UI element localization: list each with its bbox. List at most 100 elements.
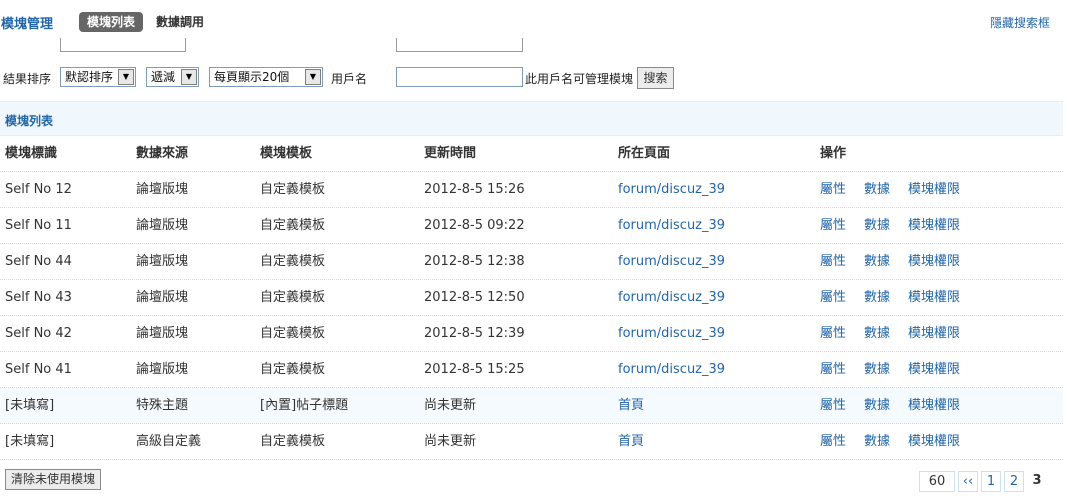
properties-link[interactable]: 屬性 bbox=[820, 218, 846, 233]
partial-input-1[interactable] bbox=[60, 38, 186, 52]
tab-data-call[interactable]: 數據調用 bbox=[156, 12, 204, 32]
sort-order-value: 遞減 bbox=[151, 70, 176, 84]
page-link[interactable]: forum/discuz_39 bbox=[618, 172, 725, 208]
cell-template: 自定義模板 bbox=[260, 362, 326, 377]
pager-page-1[interactable]: 1 bbox=[981, 471, 1001, 492]
data-link[interactable]: 數據 bbox=[864, 254, 890, 269]
header-update-time: 更新時間 bbox=[424, 146, 477, 161]
page-link[interactable]: forum/discuz_39 bbox=[618, 316, 725, 352]
cell-updated: 2012-8-5 15:26 bbox=[424, 182, 525, 197]
search-button[interactable]: 搜索 bbox=[637, 67, 674, 89]
permissions-link[interactable]: 模塊權限 bbox=[908, 434, 960, 449]
clear-unused-button[interactable]: 清除未使用模塊 bbox=[5, 469, 102, 490]
header-data-source: 數據來源 bbox=[136, 146, 189, 161]
page-link[interactable]: forum/discuz_39 bbox=[618, 352, 725, 388]
cell-template: 自定義模板 bbox=[260, 326, 326, 341]
cell-module-id: Self No 12 bbox=[5, 182, 72, 197]
page-link[interactable]: forum/discuz_39 bbox=[618, 280, 725, 316]
permissions-link[interactable]: 模塊權限 bbox=[908, 398, 960, 413]
header-page: 所在頁面 bbox=[618, 146, 671, 161]
header-module-id: 模塊標識 bbox=[5, 146, 58, 161]
page-link[interactable]: 首頁 bbox=[618, 388, 644, 424]
pager-prev[interactable]: ‹‹ bbox=[958, 471, 978, 492]
permissions-link[interactable]: 模塊權限 bbox=[908, 254, 960, 269]
section-title: 模塊列表 bbox=[5, 114, 54, 128]
cell-data-source: 論壇版塊 bbox=[136, 326, 189, 341]
row-actions: 屬性 數據 模塊權限 bbox=[820, 172, 978, 208]
pager-total: 60 bbox=[919, 471, 955, 492]
partial-input-2[interactable] bbox=[396, 38, 523, 52]
data-link[interactable]: 數據 bbox=[864, 434, 890, 449]
permissions-link[interactable]: 模塊權限 bbox=[908, 326, 960, 341]
cell-module-id: Self No 42 bbox=[5, 326, 72, 341]
cell-data-source: 論壇版塊 bbox=[136, 182, 189, 197]
app-title: 模塊管理 bbox=[1, 17, 54, 32]
row-actions: 屬性 數據 模塊權限 bbox=[820, 280, 978, 316]
properties-link[interactable]: 屬性 bbox=[820, 182, 846, 197]
properties-link[interactable]: 屬性 bbox=[820, 254, 846, 269]
page-link[interactable]: forum/discuz_39 bbox=[618, 208, 725, 244]
sort-order-select[interactable]: 遞減 ▼ bbox=[146, 67, 199, 87]
table-row: [未填寫] 特殊主題 [內置]帖子標題 尚未更新 首頁 屬性 數據 模塊權限 bbox=[0, 388, 1063, 424]
data-link[interactable]: 數據 bbox=[864, 398, 890, 413]
table-row: Self No 43 論壇版塊 自定義模板 2012-8-5 12:50 for… bbox=[0, 280, 1063, 316]
properties-link[interactable]: 屬性 bbox=[820, 434, 846, 449]
data-link[interactable]: 數據 bbox=[864, 218, 890, 233]
tab-module-list[interactable]: 模塊列表 bbox=[79, 12, 144, 32]
cell-data-source: 高級自定義 bbox=[136, 434, 202, 449]
table-row: Self No 44 論壇版塊 自定義模板 2012-8-5 12:38 for… bbox=[0, 244, 1063, 280]
row-actions: 屬性 數據 模塊權限 bbox=[820, 424, 978, 460]
row-actions: 屬性 數據 模塊權限 bbox=[820, 352, 978, 388]
cell-module-id: [未填寫] bbox=[5, 434, 55, 449]
permissions-link[interactable]: 模塊權限 bbox=[908, 362, 960, 377]
filter-row-partial bbox=[0, 38, 1067, 56]
cell-template: 自定義模板 bbox=[260, 434, 326, 449]
table-row: [未填寫] 高級自定義 自定義模板 尚未更新 首頁 屬性 數據 模塊權限 bbox=[0, 424, 1063, 460]
page-link[interactable]: 首頁 bbox=[618, 424, 644, 460]
properties-link[interactable]: 屬性 bbox=[820, 290, 846, 305]
cell-updated: 2012-8-5 09:22 bbox=[424, 218, 525, 233]
cell-template: [內置]帖子標題 bbox=[260, 398, 349, 413]
data-link[interactable]: 數據 bbox=[864, 290, 890, 305]
pager-page-2[interactable]: 2 bbox=[1004, 471, 1024, 492]
module-table: 模塊標識 數據來源 模塊模板 更新時間 所在頁面 操作 Self No 12 論… bbox=[0, 136, 1063, 460]
data-link[interactable]: 數據 bbox=[864, 326, 890, 341]
chevron-down-icon: ▼ bbox=[181, 69, 197, 85]
sort-label: 結果排序 bbox=[3, 72, 52, 86]
per-page-value: 每頁顯示20個 bbox=[214, 70, 290, 84]
cell-data-source: 特殊主題 bbox=[136, 398, 189, 413]
cell-module-id: [未填寫] bbox=[5, 398, 55, 413]
properties-link[interactable]: 屬性 bbox=[820, 326, 846, 341]
permissions-link[interactable]: 模塊權限 bbox=[908, 290, 960, 305]
sort-field-value: 默認排序 bbox=[65, 70, 114, 84]
header-actions: 操作 bbox=[820, 146, 847, 161]
table-row: Self No 12 論壇版塊 自定義模板 2012-8-5 15:26 for… bbox=[0, 172, 1063, 208]
row-actions: 屬性 數據 模塊權限 bbox=[820, 388, 978, 424]
table-header-row: 模塊標識 數據來源 模塊模板 更新時間 所在頁面 操作 bbox=[0, 136, 1063, 172]
cell-data-source: 論壇版塊 bbox=[136, 290, 189, 305]
permissions-link[interactable]: 模塊權限 bbox=[908, 182, 960, 197]
row-actions: 屬性 數據 模塊權限 bbox=[820, 208, 978, 244]
cell-updated: 2012-8-5 12:39 bbox=[424, 326, 525, 341]
table-row: Self No 41 論壇版塊 自定義模板 2012-8-5 15:25 for… bbox=[0, 352, 1063, 388]
cell-template: 自定義模板 bbox=[260, 182, 326, 197]
header: 模塊管理 模塊列表 數據調用 隱藏搜索框 bbox=[0, 0, 1067, 38]
cell-updated: 2012-8-5 15:25 bbox=[424, 362, 525, 377]
hide-search-link[interactable]: 隱藏搜索框 bbox=[990, 14, 1050, 31]
cell-data-source: 論壇版塊 bbox=[136, 218, 189, 233]
header-module-template: 模塊模板 bbox=[260, 146, 313, 161]
chevron-down-icon: ▼ bbox=[118, 69, 134, 85]
data-link[interactable]: 數據 bbox=[864, 182, 890, 197]
per-page-select[interactable]: 每頁顯示20個 ▼ bbox=[209, 67, 323, 87]
page-link[interactable]: forum/discuz_39 bbox=[618, 244, 725, 280]
properties-link[interactable]: 屬性 bbox=[820, 362, 846, 377]
permissions-link[interactable]: 模塊權限 bbox=[908, 218, 960, 233]
table-row: Self No 11 論壇版塊 自定義模板 2012-8-5 09:22 for… bbox=[0, 208, 1063, 244]
cell-data-source: 論壇版塊 bbox=[136, 362, 189, 377]
chevron-down-icon: ▼ bbox=[305, 69, 321, 85]
cell-updated: 尚未更新 bbox=[424, 434, 477, 449]
properties-link[interactable]: 屬性 bbox=[820, 398, 846, 413]
username-input[interactable] bbox=[396, 67, 523, 87]
sort-field-select[interactable]: 默認排序 ▼ bbox=[60, 67, 136, 87]
data-link[interactable]: 數據 bbox=[864, 362, 890, 377]
